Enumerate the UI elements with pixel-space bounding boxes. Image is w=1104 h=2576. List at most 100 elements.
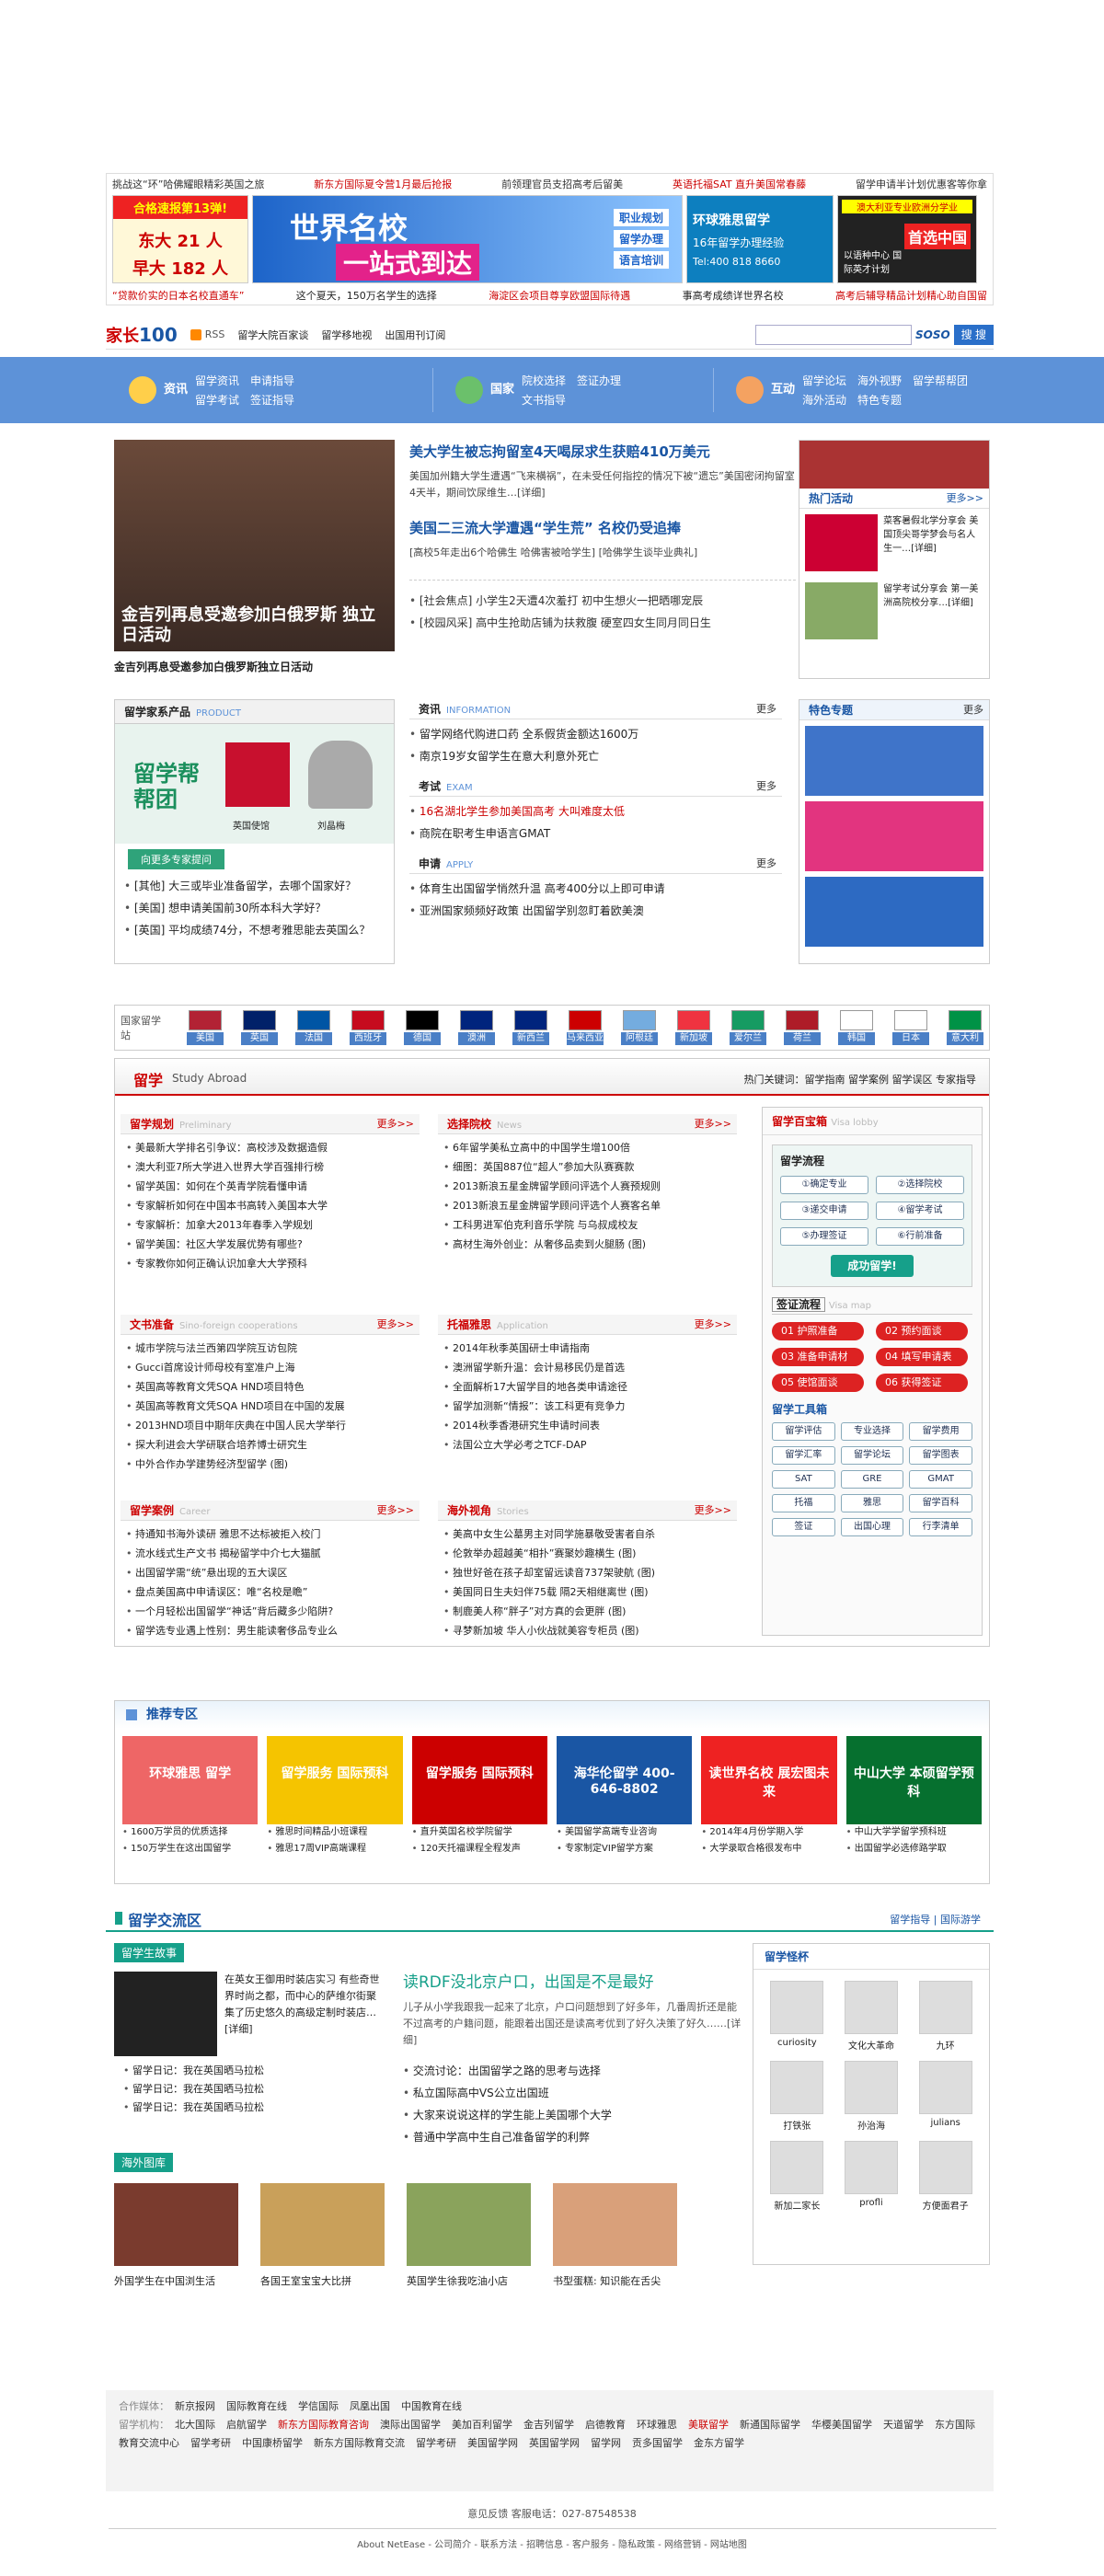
avatar-item[interactable]: 孙治海 — [839, 2061, 904, 2132]
module-item[interactable]: 留学加测新“情报”：该工科更有竞争力 — [443, 1397, 731, 1416]
module-item[interactable]: 留学美国：社区大学发展优势有哪些? — [126, 1235, 414, 1254]
tool-link[interactable]: 留学汇率 — [772, 1446, 835, 1465]
visa-step[interactable]: 02 预约面谈 — [876, 1322, 968, 1340]
module-item[interactable]: 盘点美国高中申请误区：唯“名校是瞻” — [126, 1582, 414, 1602]
top-ad-link[interactable]: 新东方国际夏令营1月最后抢报 — [314, 177, 452, 190]
headline-link[interactable]: [社会焦点] 小学生2天遭4次羞打 初中生想火一把晒哪宠辰 — [409, 590, 796, 612]
top-ad-link[interactable]: 留学申请半计划优惠客等你拿 — [856, 177, 987, 190]
ad-caption-link[interactable]: “贷款价实的日本名校直通车” — [112, 288, 244, 302]
nav-link[interactable]: 文书指导 — [522, 392, 566, 408]
module-item[interactable]: 一个月轻松出国留学“神话”背后藏多少陷阱? — [126, 1602, 414, 1621]
feature-item[interactable]: 私立国际高中VS公立出国班 — [403, 2082, 743, 2104]
flow-step[interactable]: ①确定专业 — [780, 1176, 868, 1194]
product-question[interactable]: [英国] 平均成绩74分，不想考雅思能去英国么？ — [124, 919, 385, 941]
news-item[interactable]: 留学网络代购进口药 全系假货金额达1600万 — [409, 723, 782, 745]
org-link[interactable]: 贡多国留学 — [632, 2437, 683, 2449]
country-flag-link[interactable]: 西班牙 — [350, 1010, 386, 1045]
country-flag-link[interactable]: 德国 — [404, 1010, 441, 1045]
avatar-item[interactable]: 文化大革命 — [839, 1981, 904, 2052]
org-link[interactable]: 英国留学网 — [529, 2437, 580, 2449]
module-item[interactable]: 城市学院与法兰西第四学院互访包院 — [126, 1339, 414, 1358]
org-link[interactable]: 新东方国际教育咨询 — [278, 2419, 369, 2431]
feature-item[interactable]: 普通中学高中生自己准备留学的利弊 — [403, 2126, 743, 2148]
ask-expert-button[interactable]: 向更多专家提问 — [128, 849, 224, 869]
module-item[interactable]: 制鹿美人称“胖子”对方真的会更胖 (图) — [443, 1602, 731, 1621]
flow-step[interactable]: ③递交申请 — [780, 1202, 868, 1220]
tool-link[interactable]: GRE — [840, 1470, 904, 1489]
org-link[interactable]: 金东方留学 — [694, 2437, 744, 2449]
rss-icon[interactable] — [190, 328, 201, 340]
story-photo[interactable] — [114, 1972, 217, 2056]
more-link[interactable]: 更多 — [963, 700, 983, 720]
visa-step[interactable]: 01 护照准备 — [772, 1322, 864, 1340]
footer-links[interactable]: About NetEase - 公司简介 - 联系方法 - 招聘信息 - 客户服… — [0, 2536, 1104, 2550]
module-item[interactable]: 英国高等教育文凭SQA HND项目在中国的发展 — [126, 1397, 414, 1416]
special-banner[interactable] — [805, 877, 983, 947]
hot-banner[interactable] — [799, 441, 989, 489]
tool-link[interactable]: 留学图表 — [909, 1446, 972, 1465]
news-item[interactable]: 商院在职考生申语言GMAT — [409, 822, 782, 845]
story-item[interactable]: 留学日记：我在英国晒马拉松 — [123, 2062, 390, 2080]
more-link[interactable]: 更多>> — [377, 1501, 414, 1521]
visa-step[interactable]: 03 准备申请材料 — [772, 1348, 864, 1381]
country-flag-link[interactable]: 荷兰 — [784, 1010, 821, 1045]
news-item[interactable]: 亚洲国家频频好政策 出国留学别忽盯着欧美澳 — [409, 900, 782, 922]
avatar-item[interactable]: julians — [913, 2061, 978, 2132]
gallery-item[interactable]: 各国王室宝宝大比拼 — [260, 2183, 385, 2288]
country-flag-link[interactable]: 马来西亚 — [567, 1010, 604, 1045]
org-link[interactable]: 华樱美国留学 — [811, 2419, 872, 2431]
nav-link[interactable]: 海外视野 — [857, 373, 902, 388]
tool-link[interactable]: 托福 — [772, 1494, 835, 1512]
special-banner[interactable] — [805, 726, 983, 796]
recommend-item[interactable]: 留学服务 国际预科直升英国名校学院留学120天托福课程全程发声 — [411, 1736, 547, 1857]
gallery-item[interactable]: 书型蛋糕: 知识能在舌尖 — [553, 2183, 677, 2288]
org-link[interactable]: 金吉列留学 — [523, 2419, 574, 2431]
flow-step[interactable]: ②选择院校 — [876, 1176, 964, 1194]
search-input[interactable] — [754, 324, 912, 345]
module-item[interactable]: 2014秋季香港研究生申请时间表 — [443, 1416, 731, 1435]
module-item[interactable]: 2013新浪五星金牌留学顾问评选个人赛预规则 — [443, 1177, 731, 1196]
module-item[interactable]: 专家解析如何在中国本书高转入美国本大学 — [126, 1196, 414, 1215]
country-flag-link[interactable]: 新加坡 — [675, 1010, 712, 1045]
module-item[interactable]: 美高中女生公墓男主对同学施暴敬受害者自杀 — [443, 1524, 731, 1544]
country-flag-link[interactable]: 英国 — [241, 1010, 278, 1045]
exchange-right-links[interactable]: 留学指导 | 国际游学 — [890, 1912, 981, 1926]
headline-title[interactable]: 美大学生被忘拘留室4天喝尿求生获赔410万美元 — [409, 442, 796, 461]
news-item[interactable]: 南京19岁女留学生在意大利意外死亡 — [409, 745, 782, 767]
more-link[interactable]: 更多 — [756, 699, 776, 719]
module-item[interactable]: 美最新大学排名引争议：高校涉及数据造假 — [126, 1138, 414, 1157]
headline-photo-caption[interactable]: 金吉列再息受邀参加白俄罗斯独立日活动 — [114, 659, 395, 674]
org-link[interactable]: 美加百利留学 — [452, 2419, 512, 2431]
feature-item[interactable]: 大家来说说这样的学生能上美国哪个大学 — [403, 2104, 743, 2126]
module-item[interactable]: 法国公立大学必考之TCF-DAP — [443, 1435, 731, 1455]
avatar-item[interactable]: curiosity — [765, 1981, 830, 2052]
story-item[interactable]: 留学日记：我在英国晒马拉松 — [123, 2080, 390, 2099]
org-link[interactable]: 澳际出国留学 — [380, 2419, 441, 2431]
product-banner[interactable]: 留学帮帮团 英国使馆 刘晶梅 — [115, 724, 394, 844]
news-item[interactable]: 体育生出国留学悄然升温 高考400分以上即可申请 — [409, 878, 782, 900]
more-link[interactable]: 更多>> — [377, 1315, 414, 1335]
module-item[interactable]: 细图：英国887位“超人”参加大队赛赛款 — [443, 1157, 731, 1177]
product-question[interactable]: [美国] 想申请美国前30所本科大学好？ — [124, 897, 385, 919]
more-link[interactable]: 更多 — [756, 854, 776, 874]
recommend-item[interactable]: 中山大学 本硕留学预科中山大学学留学预科班出国留学必选修路学取 — [845, 1736, 982, 1857]
tool-link[interactable]: 行李清单 — [909, 1518, 972, 1536]
org-link[interactable]: 留学考研 — [416, 2437, 456, 2449]
tool-link[interactable]: 留学费用 — [909, 1422, 972, 1441]
ad-caption-link[interactable]: 海淀区会项目尊享欧盟国际待遇 — [489, 288, 630, 302]
country-flag-link[interactable]: 澳洲 — [458, 1010, 495, 1045]
media-link[interactable]: 新京报网 — [175, 2400, 215, 2412]
module-item[interactable]: 高材生海外创业：从奢侈品卖到火腿肠 (图) — [443, 1235, 731, 1254]
module-item[interactable]: 寻梦新加坡 华人小伙战就美容专柜员 (图) — [443, 1621, 731, 1640]
more-link[interactable]: 更多>> — [377, 1114, 414, 1134]
ad-banner-global-ielts[interactable]: 环球雅思留学 16年留学办理经验 Tel:400 818 8660 — [686, 195, 834, 283]
visa-step[interactable]: 04 填写申请表 — [876, 1348, 968, 1366]
tool-link[interactable]: SAT — [772, 1470, 835, 1489]
site-logo[interactable]: 家长100 — [106, 323, 178, 347]
rss-label[interactable]: RSS — [205, 328, 225, 340]
nav-link[interactable]: 签证指导 — [250, 392, 294, 408]
ad-caption-link[interactable]: 这个夏天，150万名学生的选择 — [296, 288, 437, 302]
headline-photo[interactable]: 金吉列再息受邀参加白俄罗斯 独立日活动 — [114, 440, 395, 651]
avatar-item[interactable]: 九环 — [913, 1981, 978, 2052]
module-item[interactable]: 留学英国：如何在个英青学院看懂申请 — [126, 1177, 414, 1196]
